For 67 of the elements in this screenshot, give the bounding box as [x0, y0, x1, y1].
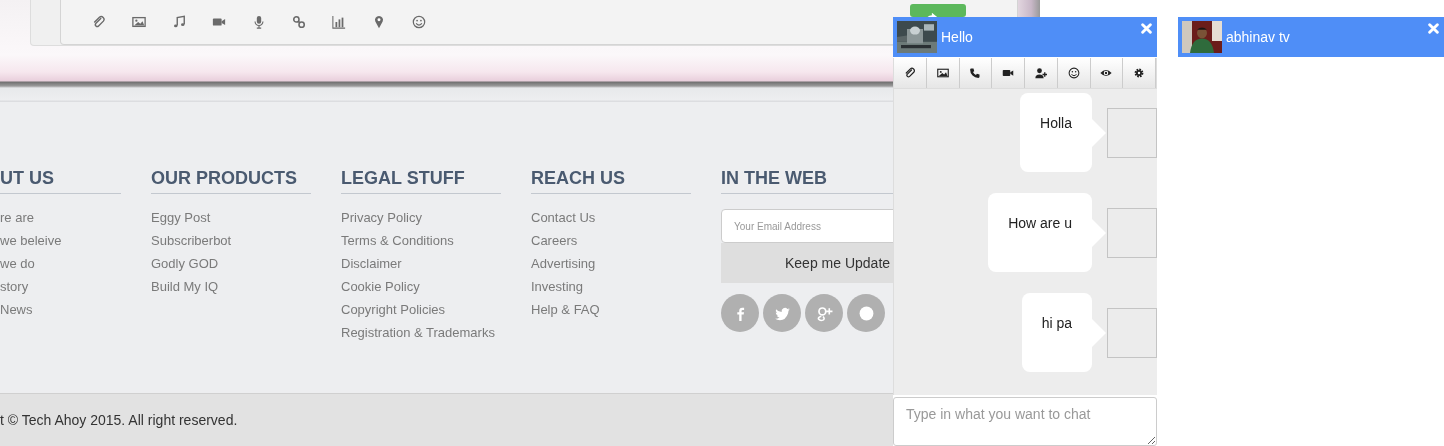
- music-button[interactable]: [172, 15, 186, 29]
- mic-icon: [252, 15, 266, 29]
- user-plus-button[interactable]: [1025, 58, 1058, 88]
- footer-link[interactable]: Careers: [531, 232, 691, 250]
- chat-title: Hello: [941, 29, 973, 45]
- phone-button[interactable]: [959, 58, 993, 88]
- close-button[interactable]: [1141, 23, 1152, 34]
- footer-link[interactable]: Privacy Policy: [341, 209, 501, 227]
- chat-title: abhinav tv: [1226, 29, 1290, 45]
- footer-heading: OUR PRODUCTS: [151, 167, 298, 190]
- footer-link[interactable]: story: [0, 278, 121, 296]
- paperclip-icon: [92, 15, 106, 29]
- footer-link[interactable]: Investing: [531, 278, 691, 296]
- image-button[interactable]: [132, 15, 146, 29]
- email-field[interactable]: Your Email Address: [721, 209, 893, 243]
- footer-link[interactable]: Disclaimer: [341, 255, 501, 273]
- user-plus-icon: [1034, 67, 1047, 79]
- footer-link[interactable]: Terms & Conditions: [341, 232, 501, 250]
- chat-header[interactable]: Hello: [893, 17, 1157, 57]
- footer-link[interactable]: Copyright Policies: [341, 301, 501, 319]
- footer-link[interactable]: Godly GOD: [151, 255, 311, 273]
- footer-link[interactable]: Eggy Post: [151, 209, 311, 227]
- footer-link[interactable]: we do: [0, 255, 121, 273]
- gplus-icon: [815, 304, 833, 322]
- footer-heading: LEGAL STUFF: [341, 167, 466, 190]
- smile-icon: [1067, 67, 1080, 79]
- phone-icon: [969, 67, 982, 79]
- footer-link[interactable]: News: [0, 301, 121, 319]
- link-icon: [292, 15, 306, 29]
- image-icon: [132, 15, 146, 29]
- footer-heading: IN THE WEB: [721, 167, 828, 190]
- pin-icon: [372, 15, 386, 29]
- paperclip-button[interactable]: [92, 15, 106, 29]
- close-icon: [1428, 23, 1439, 34]
- gear-icon: [1133, 67, 1146, 79]
- copyright-text: t © Tech Ahoy 2015. All right reserved.: [0, 412, 238, 428]
- footer-link[interactable]: we beleive: [0, 232, 121, 250]
- image-icon: [936, 67, 949, 79]
- footer-heading: UT US: [0, 167, 55, 190]
- footer-link[interactable]: Advertising: [531, 255, 691, 273]
- footer-heading: REACH US: [531, 167, 626, 190]
- close-icon: [1141, 23, 1152, 34]
- music-icon: [172, 15, 186, 29]
- paperclip-icon: [903, 67, 916, 79]
- gear-button[interactable]: [1123, 58, 1156, 88]
- chat-header[interactable]: abhinav tv: [1178, 17, 1444, 57]
- chat-input[interactable]: Type in what you want to chat: [893, 397, 1157, 446]
- smile-icon: [412, 15, 426, 29]
- eye-icon: [1100, 67, 1113, 79]
- video-icon: [1002, 67, 1015, 79]
- footer-link[interactable]: Subscriberbot: [151, 232, 311, 250]
- smile-button[interactable]: [412, 15, 426, 29]
- subscribe-button[interactable]: Keep me Update: [721, 243, 893, 283]
- footer-link[interactable]: Registration & Trademarks: [341, 324, 501, 342]
- footer-link[interactable]: re are: [0, 209, 121, 227]
- video-button[interactable]: [992, 58, 1025, 88]
- close-button[interactable]: [1428, 23, 1439, 34]
- footer-link[interactable]: Help & FAQ: [531, 301, 691, 319]
- eye-button[interactable]: [1090, 58, 1124, 88]
- mic-button[interactable]: [252, 15, 266, 29]
- footer-link[interactable]: Build My IQ: [151, 278, 311, 296]
- chart-icon: [332, 15, 346, 29]
- link-button[interactable]: [292, 15, 306, 29]
- pin-button[interactable]: [372, 15, 386, 29]
- footer-link[interactable]: Cookie Policy: [341, 278, 501, 296]
- footer-link[interactable]: Contact Us: [531, 209, 691, 227]
- chart-button[interactable]: [332, 15, 346, 29]
